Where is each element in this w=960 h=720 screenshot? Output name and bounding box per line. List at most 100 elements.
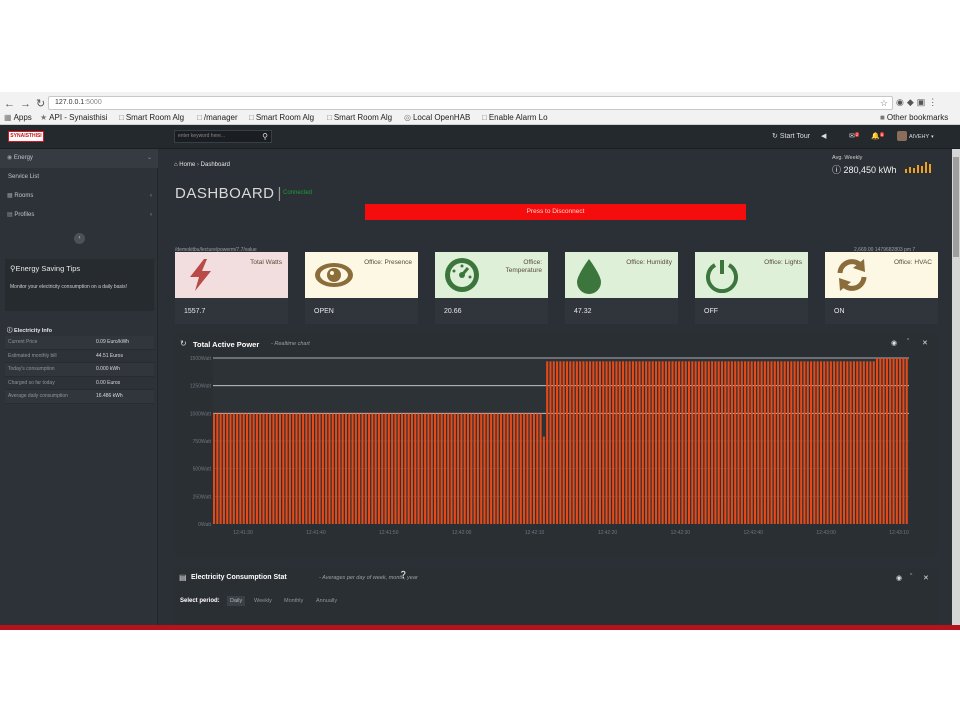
bookmark-item[interactable]: □ Smart Room Alg [119,113,184,122]
sidebar-item-service-list[interactable]: Service List [0,168,158,187]
chevron-up-icon[interactable]: ˆ [910,574,912,581]
page-scrollbar[interactable] [952,149,960,629]
extension-icons[interactable]: ◉◆▣⋮ [896,97,940,108]
bookmark-item[interactable]: □/manager [197,113,238,122]
chart-bar [311,413,315,524]
bookmark-item[interactable]: □ Smart Room Alg [327,113,392,122]
chart-bar [595,361,598,524]
chevron-left-icon: ‹ [78,235,81,241]
chart-bar [819,361,822,524]
electricity-info-table: Current Price 0.09 Euro/kWh Estimated mon… [5,336,154,404]
period-weekly[interactable]: Weekly [251,596,275,606]
y-tick-label: 0Watt [198,522,211,528]
period-label: Select period: [180,598,220,604]
chart-bar [569,361,572,524]
address-bar[interactable]: 127.0.0.1:5000 ☆ [48,96,893,110]
eye-icon[interactable]: ◉ [891,339,897,347]
chart-bar [641,361,644,524]
chart-bar [687,361,691,524]
x-tick-label: 12:42:30 [671,530,691,536]
chart-bar [806,361,809,524]
chart-bar [331,413,334,524]
chart-bar [846,361,849,524]
chart-bar [892,358,895,524]
chart-bar [344,413,347,524]
bookmark-item[interactable]: □ Smart Room Alg [249,113,314,122]
period-annually[interactable]: Annually [313,596,340,606]
bookmark-apps[interactable]: ▦ Apps [4,113,32,122]
eye-icon[interactable]: ◉ [896,574,902,582]
chart-bar [556,361,559,524]
bookmark-item[interactable]: ◎ Local OpenHAB [404,113,470,122]
x-tick-label: 12:43:10 [889,530,909,536]
x-tick-label: 12:42:00 [452,530,472,536]
sidebar-item-profiles[interactable]: ▤ Profiles ‹ [0,206,158,225]
chart-bar [803,361,806,524]
chart-bar [612,361,615,524]
sidebar-item-rooms[interactable]: ▦ Rooms ‹ [0,187,158,206]
start-tour-button[interactable]: ↻ Start Tour [772,132,810,140]
chart-bar [338,413,341,524]
chart-bar [559,361,562,524]
x-tick-label: 12:42:40 [743,530,763,536]
page-icon: □ [482,113,487,122]
bookmark-star-icon[interactable]: ☆ [880,97,888,109]
card-title: Office: Lights [764,259,802,266]
breadcrumb-home[interactable]: Home [179,162,195,168]
chart-bar [529,413,532,524]
sidebar-item-energy[interactable]: ◉ Energy ⌄ [0,149,158,168]
chart-bar [622,361,625,524]
chart-bar [295,413,298,524]
chart-bar [509,413,512,524]
chart-bar [480,413,483,524]
user-menu[interactable]: AIVEHY ▾ [897,131,934,141]
app-logo[interactable]: SYNAISTHISI [8,131,44,142]
chart-bar [717,361,720,524]
scrollbar-thumb[interactable] [953,157,959,257]
bookmark-item[interactable]: ★ API - Synaisthisi [40,113,107,122]
y-tick-label: 750Watt [193,439,212,445]
bookmark-item[interactable]: □ Enable Alarm Lo [482,113,548,122]
chart-bar [278,413,282,524]
chart-bar [582,361,585,524]
help-icon[interactable]: ❔ [399,571,408,579]
chart-bar [701,361,704,524]
avg-weekly-label: Avg. Weekly [832,155,863,161]
search-icon[interactable]: ⚲ [262,131,268,142]
chart-bar [470,413,473,524]
sidebar-collapse-button[interactable]: ‹ [74,233,85,244]
chart-bar [285,413,288,524]
refresh-icon [837,259,867,291]
messages-button[interactable]: ✉2 [849,132,860,140]
period-monthly[interactable]: Monthly [281,596,306,606]
chart-bar [407,413,410,524]
chevron-up-icon[interactable]: ˆ [907,339,909,346]
table-row: Estimated monthly bill 44.51 Euros [5,350,154,363]
card-office-hvac: Office: HVAC ON [825,252,938,324]
browser-window: ←→↻⌂ 127.0.0.1:5000 ☆ ◉◆▣⋮ ▦ Apps ★ API - … [0,92,960,629]
close-icon[interactable]: ✕ [922,339,928,347]
sparkline-icon [905,162,931,173]
search-input[interactable]: enter keyword here... ⚲ [174,130,272,143]
chart-bar [473,413,476,524]
chart-bar [282,413,285,524]
chart-bar [239,413,242,524]
chart-bar [490,413,493,524]
chart-bar [417,413,420,524]
period-daily[interactable]: Daily [227,596,246,606]
chart-bar [496,413,499,524]
chart-bar [466,413,470,524]
browser-chrome: ←→↻⌂ 127.0.0.1:5000 ☆ ◉◆▣⋮ ▦ Apps ★ API - … [0,92,960,125]
chart-bar [589,361,592,524]
notifications-button[interactable]: 🔔8 [871,132,884,140]
tips-body: Monitor your electricity consumption on … [10,284,127,290]
app-topbar: SYNAISTHISI enter keyword here... ⚲ ↻ St… [0,125,960,149]
chart-bar [760,361,763,524]
close-icon[interactable]: ✕ [923,574,929,582]
disconnect-button[interactable]: Press to Disconnect [365,204,746,220]
chart-bar [401,413,404,524]
chart-bar [453,413,456,524]
other-bookmarks[interactable]: ■ Other bookmarks [880,113,948,122]
chart-bar [796,361,799,524]
tour-prev-icon[interactable]: ◀ [821,132,826,140]
